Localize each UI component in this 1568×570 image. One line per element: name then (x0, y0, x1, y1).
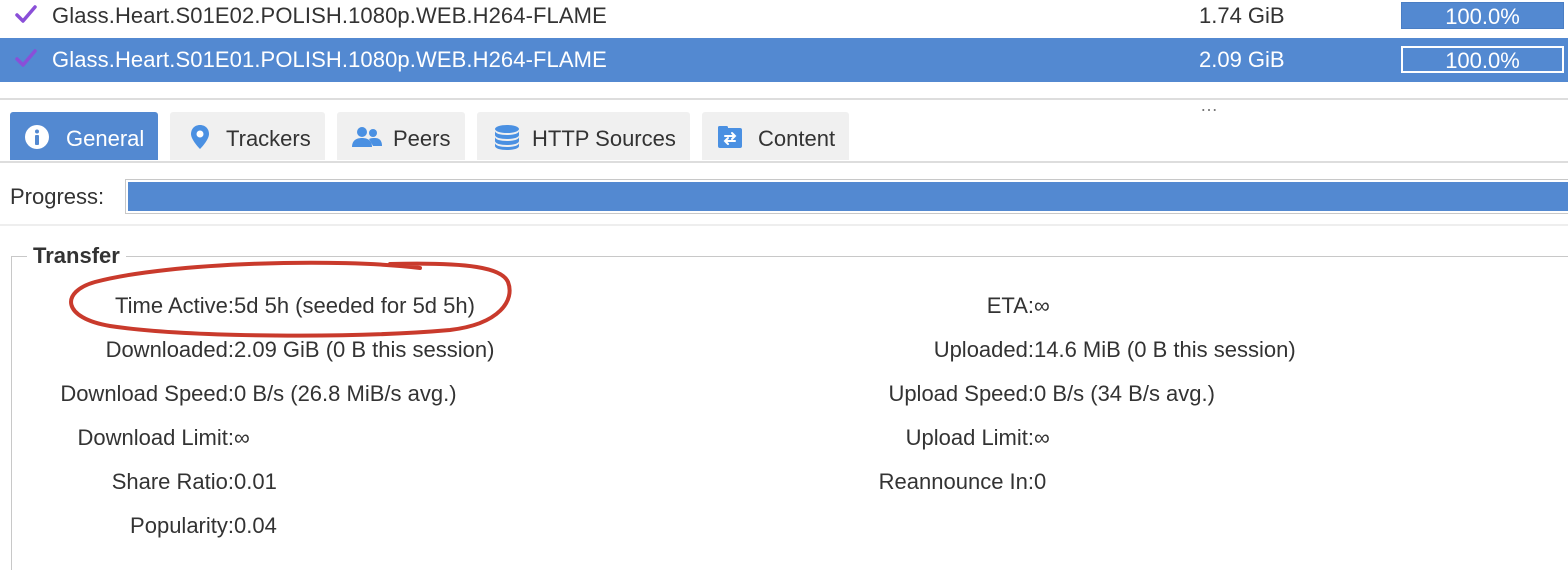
share-ratio-value: 0.01 (234, 469, 277, 494)
uploaded-label: Uploaded: (933, 337, 1034, 362)
upload-speed-value: 0 B/s (34 B/s avg.) (1034, 381, 1215, 406)
torrent-row[interactable]: Glass.Heart.S01E02.POLISH.1080p.WEB.H264… (0, 0, 1568, 38)
info-icon (25, 125, 49, 149)
users-icon (352, 127, 382, 147)
tab-label: Peers (393, 126, 451, 151)
progress-bar (125, 179, 1568, 214)
tabs-underline (0, 161, 1568, 163)
tab-trackers[interactable]: Trackers (170, 112, 325, 160)
share-ratio-label: Share Ratio: (111, 469, 234, 494)
eta-label: ETA: (986, 293, 1034, 318)
download-speed-label: Download Speed: (60, 381, 234, 406)
separator (0, 224, 1568, 226)
download-limit-value: ∞ (234, 425, 250, 450)
list-border (0, 98, 1568, 100)
reannounce-value: 0 (1034, 469, 1047, 494)
popularity-value: 0.04 (234, 513, 277, 538)
downloaded-label: Downloaded: (105, 337, 234, 362)
progress-label: Progress: (10, 184, 105, 209)
torrent-size: 1.74 GiB (1199, 3, 1285, 28)
eta-value: ∞ (1034, 293, 1050, 318)
tab-http-sources[interactable]: HTTP Sources (477, 112, 690, 160)
popularity-label: Popularity: (130, 513, 234, 538)
torrent-size: 2.09 GiB (1199, 47, 1285, 72)
torrent-progress-bar: 100.0% (1401, 2, 1564, 29)
tab-peers[interactable]: Peers (337, 112, 465, 160)
torrent-name: Glass.Heart.S01E01.POLISH.1080p.WEB.H264… (52, 47, 607, 72)
downloaded-value: 2.09 GiB (0 B this session) (234, 337, 495, 362)
download-speed-value: 0 B/s (26.8 MiB/s avg.) (234, 381, 457, 406)
upload-speed-label: Upload Speed: (888, 381, 1034, 406)
torrent-row-selected[interactable]: Glass.Heart.S01E01.POLISH.1080p.WEB.H264… (0, 38, 1568, 82)
tab-content[interactable]: Content (702, 112, 849, 160)
checkmark-icon (15, 5, 37, 23)
database-icon (495, 125, 519, 150)
tab-label: Trackers (226, 126, 311, 151)
time-active-label: Time Active: (115, 293, 234, 318)
download-limit-label: Download Limit: (77, 425, 234, 450)
location-pin-icon (191, 125, 209, 149)
torrent-progress-text: 100.0% (1445, 48, 1520, 73)
time-active-value: 5d 5h (seeded for 5d 5h) (234, 293, 475, 318)
tab-label: HTTP Sources (532, 126, 676, 151)
torrent-progress-text: 100.0% (1445, 4, 1520, 29)
tab-label: General (66, 126, 145, 151)
torrent-name: Glass.Heart.S01E02.POLISH.1080p.WEB.H264… (52, 3, 607, 28)
upload-limit-label: Upload Limit: (905, 425, 1034, 450)
tab-label: Content (758, 126, 836, 151)
tab-general[interactable]: General (10, 112, 158, 160)
upload-limit-value: ∞ (1034, 425, 1050, 450)
splitter-grip[interactable]: … (1200, 96, 1219, 114)
uploaded-value: 14.6 MiB (0 B this session) (1034, 337, 1296, 362)
reannounce-label: Reannounce In: (878, 469, 1034, 494)
transfer-legend: Transfer (27, 243, 126, 269)
progress-bar-fill (128, 182, 1568, 211)
torrent-progress-bar: 100.0% (1401, 46, 1564, 73)
content-icon (718, 126, 742, 148)
checkmark-icon (15, 49, 37, 67)
